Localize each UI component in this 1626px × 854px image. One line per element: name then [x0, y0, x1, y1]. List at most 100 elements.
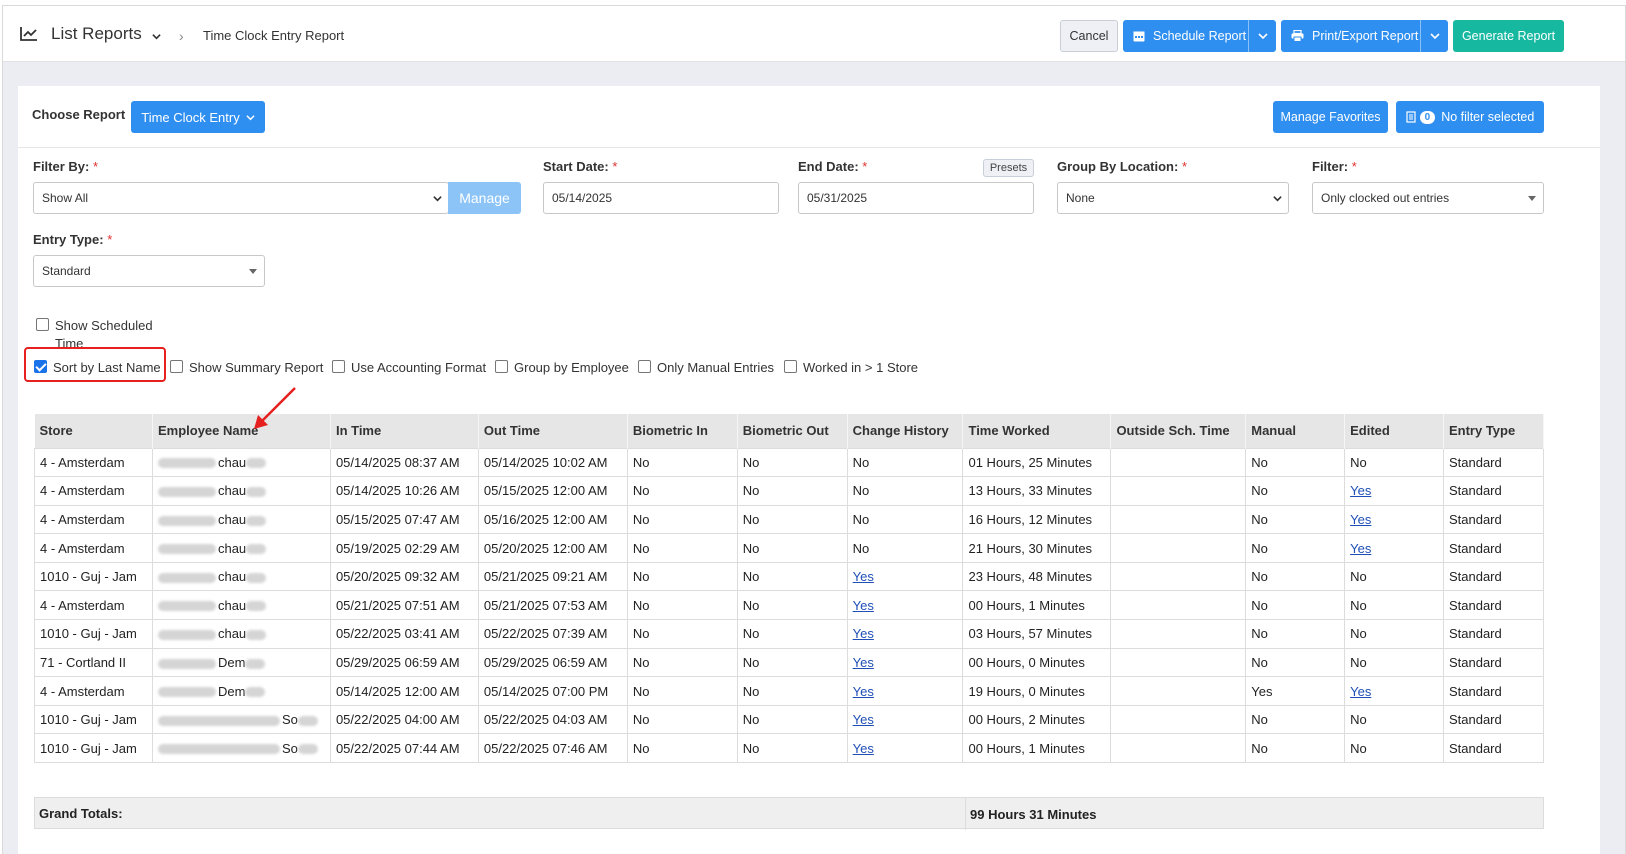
cell-type: Standard — [1442, 476, 1545, 506]
change-history-link[interactable]: Yes — [853, 741, 874, 756]
cell-out: 05/16/2025 12:00 AM — [477, 504, 628, 535]
table-body: 4 - Amsterdam chau 05/14/2025 08:37 AM 05/1… — [34, 447, 1545, 764]
cell-in: 05/15/2025 07:47 AM — [329, 504, 479, 535]
cell-type: Standard — [1442, 704, 1545, 735]
entry-type-select[interactable]: Standard — [33, 255, 265, 287]
column-header[interactable]: Biometric Out — [737, 414, 848, 448]
table-row: 4 - Amsterdam Dem 05/14/2025 12:00 AM 05/14… — [34, 676, 1545, 706]
only-manual-entries-checkbox[interactable] — [638, 360, 651, 373]
app-frame: List Reports › Time Clock Entry Report C… — [2, 5, 1626, 854]
cell-bio_out: No — [736, 733, 848, 764]
cell-bio_out: No — [736, 676, 848, 706]
cell-in: 05/20/2025 09:32 AM — [329, 561, 479, 592]
start-date-value: 05/14/2025 — [552, 191, 613, 205]
edited-link[interactable]: Yes — [1350, 512, 1371, 527]
redacted-name-icon — [157, 744, 280, 755]
chevron-down-icon — [1429, 33, 1440, 40]
table-row: 4 - Amsterdam chau 05/14/2025 08:37 AM 05/1… — [34, 447, 1545, 478]
edited-link[interactable]: Yes — [1350, 684, 1371, 699]
worked-in-gt-1-store-checkbox[interactable] — [784, 360, 797, 373]
redacted-name-icon — [246, 544, 267, 555]
show-summary-report-checkbox[interactable] — [170, 360, 183, 373]
cell-out: 05/21/2025 07:53 AM — [477, 590, 628, 621]
column-header[interactable]: Edited — [1344, 414, 1444, 448]
cell-worked: 00 Hours, 1 Minutes — [962, 733, 1112, 764]
report-select-button[interactable]: Time Clock Entry — [131, 101, 265, 133]
cell-worked: 03 Hours, 57 Minutes — [962, 619, 1112, 649]
cell-out: 05/21/2025 09:21 AM — [477, 561, 628, 592]
employee-name-text: chau — [217, 569, 247, 585]
change-history-link[interactable]: Yes — [853, 598, 874, 613]
chevron-down-icon — [1273, 196, 1282, 202]
cell-employee: chau — [151, 476, 331, 506]
cell-outside — [1110, 619, 1247, 649]
cell-history: Yes — [846, 704, 964, 735]
group-by-location-select[interactable]: None — [1057, 182, 1289, 214]
use-accounting-format-label: Use Accounting Format — [351, 360, 487, 375]
column-header[interactable]: Manual — [1245, 414, 1346, 448]
column-header[interactable]: Time Worked — [962, 414, 1112, 448]
cell-employee: chau — [151, 561, 331, 592]
divider — [18, 147, 1600, 148]
schedule-dropdown-toggle[interactable] — [1248, 20, 1276, 52]
redacted-name-icon — [157, 715, 280, 726]
filter-by-select[interactable]: Show All — [33, 182, 449, 214]
use-accounting-format-checkbox[interactable] — [332, 360, 345, 373]
cell-outside — [1110, 590, 1247, 621]
redacted-name-icon — [246, 515, 267, 526]
redacted-name-icon — [245, 687, 266, 698]
show-scheduled-time-checkbox[interactable] — [36, 318, 49, 331]
column-header[interactable]: Out Time — [478, 414, 628, 448]
cell-edited: Yes — [1344, 676, 1444, 706]
filter-status-button[interactable]: 0 No filter selected — [1396, 101, 1544, 133]
redacted-name-icon — [245, 658, 266, 669]
worked-in-gt-1-store-label: Worked in > 1 Store — [803, 360, 919, 375]
column-header[interactable]: Store — [34, 414, 153, 448]
print-dropdown-toggle[interactable] — [1420, 20, 1448, 52]
cell-bio_out: No — [736, 504, 848, 535]
column-header[interactable]: Outside Sch. Time — [1110, 414, 1247, 448]
required-mark: * — [1351, 159, 1357, 174]
only-manual-entries-label: Only Manual Entries — [657, 360, 775, 375]
chevron-down-icon[interactable] — [152, 32, 161, 41]
page-title[interactable]: List Reports — [51, 24, 142, 44]
cell-outside — [1110, 704, 1247, 735]
change-history-link[interactable]: Yes — [853, 569, 874, 584]
filter-select[interactable]: Only clocked out entries — [1312, 182, 1544, 214]
schedule-report-button[interactable]: Schedule Report — [1123, 20, 1276, 52]
redacted-name-icon — [246, 601, 267, 612]
edited-link[interactable]: Yes — [1350, 541, 1371, 556]
change-history-link[interactable]: Yes — [853, 684, 874, 699]
cell-history: Yes — [846, 619, 964, 649]
group-by-employee-checkbox[interactable] — [495, 360, 508, 373]
change-history-link[interactable]: Yes — [853, 655, 874, 670]
cell-store: 4 - Amsterdam — [34, 676, 153, 706]
manage-favorites-button[interactable]: Manage Favorites — [1273, 101, 1388, 133]
calendar-icon — [1133, 31, 1145, 42]
start-date-input[interactable]: 05/14/2025 — [543, 182, 779, 214]
column-header[interactable]: Entry Type — [1443, 414, 1545, 448]
column-header[interactable]: Biometric In — [627, 414, 738, 448]
presets-button[interactable]: Presets — [983, 159, 1034, 177]
change-history-link[interactable]: Yes — [853, 712, 874, 727]
end-date-input[interactable]: 05/31/2025 — [798, 182, 1034, 214]
generate-report-button[interactable]: Generate Report — [1453, 20, 1564, 52]
column-header[interactable]: Change History — [847, 414, 964, 448]
cell-edited: Yes — [1344, 504, 1444, 535]
cell-manual: No — [1245, 590, 1346, 621]
cell-out: 05/22/2025 04:03 AM — [477, 704, 628, 735]
print-export-button[interactable]: Print/Export Report — [1281, 20, 1448, 52]
edited-link[interactable]: Yes — [1350, 483, 1371, 498]
cell-worked: 00 Hours, 1 Minutes — [962, 590, 1112, 621]
grand-totals-row: Grand Totals: 99 Hours 31 Minutes — [34, 797, 1544, 830]
column-header[interactable]: Employee Name — [152, 414, 331, 448]
start-date-label: Start Date: * — [543, 159, 617, 174]
employee-name-text: So — [281, 712, 298, 728]
cancel-button[interactable]: Cancel — [1060, 20, 1118, 52]
change-history-link[interactable]: Yes — [853, 626, 874, 641]
cell-bio_out: No — [736, 561, 848, 592]
cell-type: Standard — [1442, 504, 1545, 535]
manage-button[interactable]: Manage — [448, 182, 521, 214]
column-header[interactable]: In Time — [330, 414, 479, 448]
sort-by-last-name-checkbox[interactable] — [34, 360, 47, 373]
